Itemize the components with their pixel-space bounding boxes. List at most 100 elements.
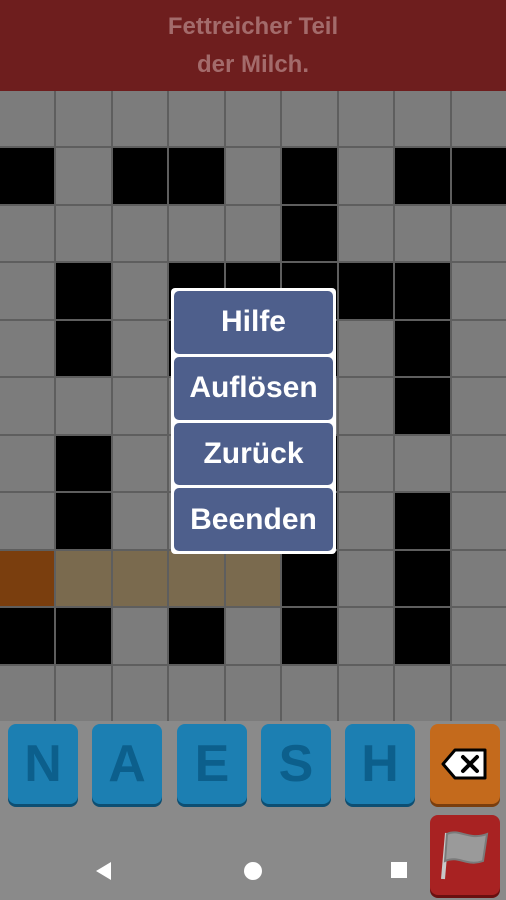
grid-cell[interactable] [225,148,281,204]
grid-cell[interactable] [0,550,55,607]
black-cell [395,608,450,664]
grid-cell[interactable] [338,378,394,434]
back-button[interactable]: Zurück [174,422,333,486]
nav-back-icon[interactable] [96,862,111,880]
grid-cell[interactable] [169,91,224,147]
grid-cell[interactable] [451,91,506,147]
grid-cell[interactable] [56,205,111,262]
grid-cell[interactable] [338,550,394,607]
grid-cell[interactable] [0,263,55,319]
grid-cell[interactable] [282,665,337,721]
clue-line-1: Fettreicher Teil [167,12,339,40]
grid-cell[interactable] [112,320,168,377]
grid-cell[interactable] [56,148,111,204]
grid-cell[interactable] [338,665,394,721]
grid-cell[interactable] [225,205,281,262]
grid-cell[interactable] [451,320,506,377]
black-cell [56,493,111,549]
grid-cell[interactable] [395,205,450,262]
grid-cell[interactable] [451,435,506,492]
grid-cell[interactable] [112,493,168,549]
quit-button[interactable]: Beenden [174,488,333,551]
grid-cell[interactable] [451,608,506,664]
grid-cell[interactable] [338,320,394,377]
black-cell [0,148,55,204]
grid-cell[interactable] [56,665,111,721]
black-cell [395,320,450,377]
black-cell [338,263,394,319]
black-cell [282,550,337,607]
grid-cell[interactable] [338,608,394,664]
grid-cell[interactable] [225,91,281,147]
grid-cell[interactable] [395,91,450,147]
black-cell [282,148,337,204]
grid-cell[interactable] [0,493,55,549]
grid-cell[interactable] [225,665,281,721]
grid-cell[interactable] [338,91,394,147]
black-cell [395,378,450,434]
black-cell [169,608,224,664]
grid-cell[interactable] [451,550,506,607]
grid-cell[interactable] [56,550,111,607]
grid-cell[interactable] [112,91,168,147]
letter-key-1[interactable]: N [8,724,78,804]
black-cell [112,148,168,204]
grid-cell[interactable] [451,205,506,262]
grid-cell[interactable] [338,493,394,549]
black-cell [395,493,450,549]
grid-cell[interactable] [451,378,506,434]
grid-cell[interactable] [112,205,168,262]
letter-key-2[interactable]: A [92,724,162,804]
black-cell [395,263,450,319]
grid-cell[interactable] [169,665,224,721]
grid-cell[interactable] [0,320,55,377]
grid-cell[interactable] [0,435,55,492]
flag-button[interactable] [430,815,500,895]
grid-cell[interactable] [0,91,55,147]
black-cell [395,148,450,204]
grid-cell[interactable] [0,205,55,262]
grid-cell[interactable] [112,665,168,721]
letter-key-5[interactable]: H [345,724,415,804]
grid-cell[interactable] [112,435,168,492]
grid-cell[interactable] [112,550,168,607]
black-cell [56,263,111,319]
grid-cell[interactable] [338,148,394,204]
grid-cell[interactable] [395,665,450,721]
grid-cell[interactable] [112,263,168,319]
black-cell [56,320,111,377]
flag-icon [441,831,489,880]
black-cell [0,608,55,664]
grid-cell[interactable] [112,378,168,434]
grid-cell[interactable] [451,665,506,721]
delete-button[interactable] [430,724,500,804]
clue-line-2: der Milch. [196,50,310,78]
grid-cell[interactable] [395,435,450,492]
black-cell [395,550,450,607]
grid-cell[interactable] [338,435,394,492]
grid-cell[interactable] [56,378,111,434]
nav-home-icon[interactable] [244,862,262,880]
black-cell [56,608,111,664]
grid-cell[interactable] [225,550,281,607]
black-cell [282,205,337,262]
letter-key-4[interactable]: S [261,724,331,804]
grid-cell[interactable] [169,550,224,607]
grid-cell[interactable] [0,378,55,434]
grid-cell[interactable] [282,91,337,147]
grid-cell[interactable] [451,493,506,549]
black-cell [451,148,506,204]
grid-cell[interactable] [338,205,394,262]
black-cell [282,608,337,664]
grid-cell[interactable] [225,608,281,664]
grid-cell[interactable] [0,665,55,721]
help-button[interactable]: Hilfe [174,291,333,354]
pause-menu: Hilfe Auflösen Zurück Beenden [171,288,336,554]
grid-cell[interactable] [112,608,168,664]
nav-recent-icon[interactable] [391,862,407,878]
letter-key-3[interactable]: E [177,724,247,804]
grid-cell[interactable] [56,91,111,147]
grid-cell[interactable] [169,205,224,262]
solve-button[interactable]: Auflösen [174,356,333,420]
grid-cell[interactable] [451,263,506,319]
